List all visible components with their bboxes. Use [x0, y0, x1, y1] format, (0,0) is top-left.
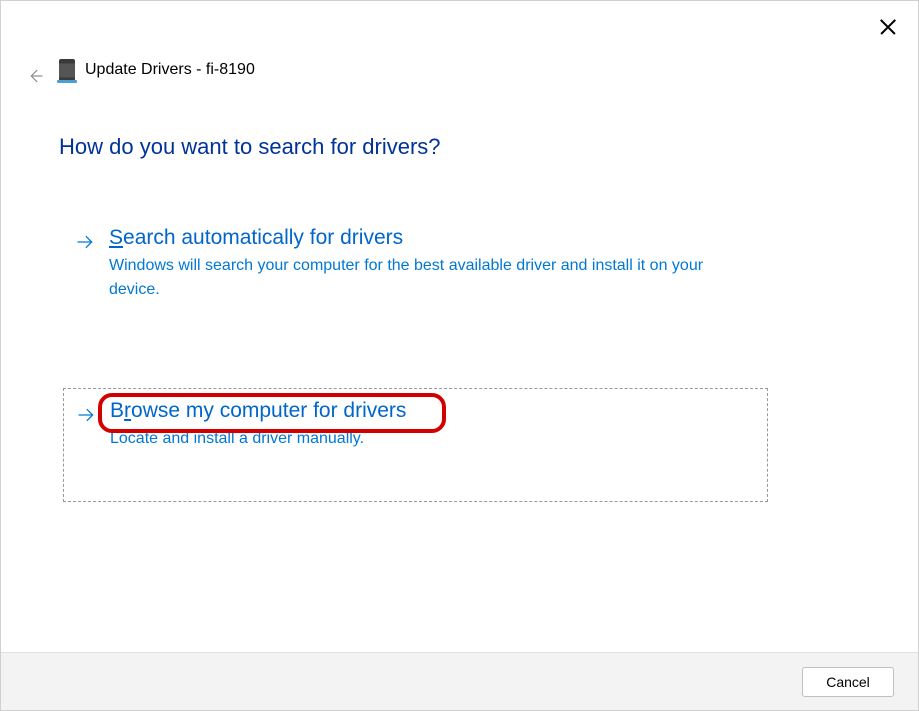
- arrow-left-icon: [26, 67, 44, 85]
- device-icon: [59, 59, 75, 81]
- close-icon[interactable]: [876, 15, 900, 39]
- option-content: Search automatically for drivers Windows…: [109, 226, 749, 302]
- page-heading: How do you want to search for drivers?: [59, 134, 441, 160]
- option-browse-desc: Locate and install a driver manually.: [110, 427, 406, 451]
- dialog-window: Update Drivers - fi-8190 How do you want…: [0, 0, 919, 711]
- options-list: Search automatically for drivers Windows…: [63, 216, 768, 502]
- option-auto-desc: Windows will search your computer for th…: [109, 254, 749, 302]
- option-search-automatically[interactable]: Search automatically for drivers Windows…: [63, 216, 768, 334]
- wizard-header: Update Drivers - fi-8190: [59, 59, 255, 81]
- option-browse-computer[interactable]: Browse my computer for drivers Locate an…: [63, 388, 768, 502]
- option-auto-title: Search automatically for drivers: [109, 226, 749, 250]
- arrow-right-icon: [76, 405, 96, 430]
- option-content: Browse my computer for drivers Locate an…: [110, 399, 406, 451]
- arrow-right-icon: [75, 232, 95, 257]
- window-title: Update Drivers - fi-8190: [85, 61, 255, 79]
- option-browse-title: Browse my computer for drivers: [110, 399, 406, 423]
- cancel-button[interactable]: Cancel: [802, 667, 894, 697]
- back-button[interactable]: [23, 64, 47, 88]
- dialog-footer: Cancel: [1, 652, 918, 710]
